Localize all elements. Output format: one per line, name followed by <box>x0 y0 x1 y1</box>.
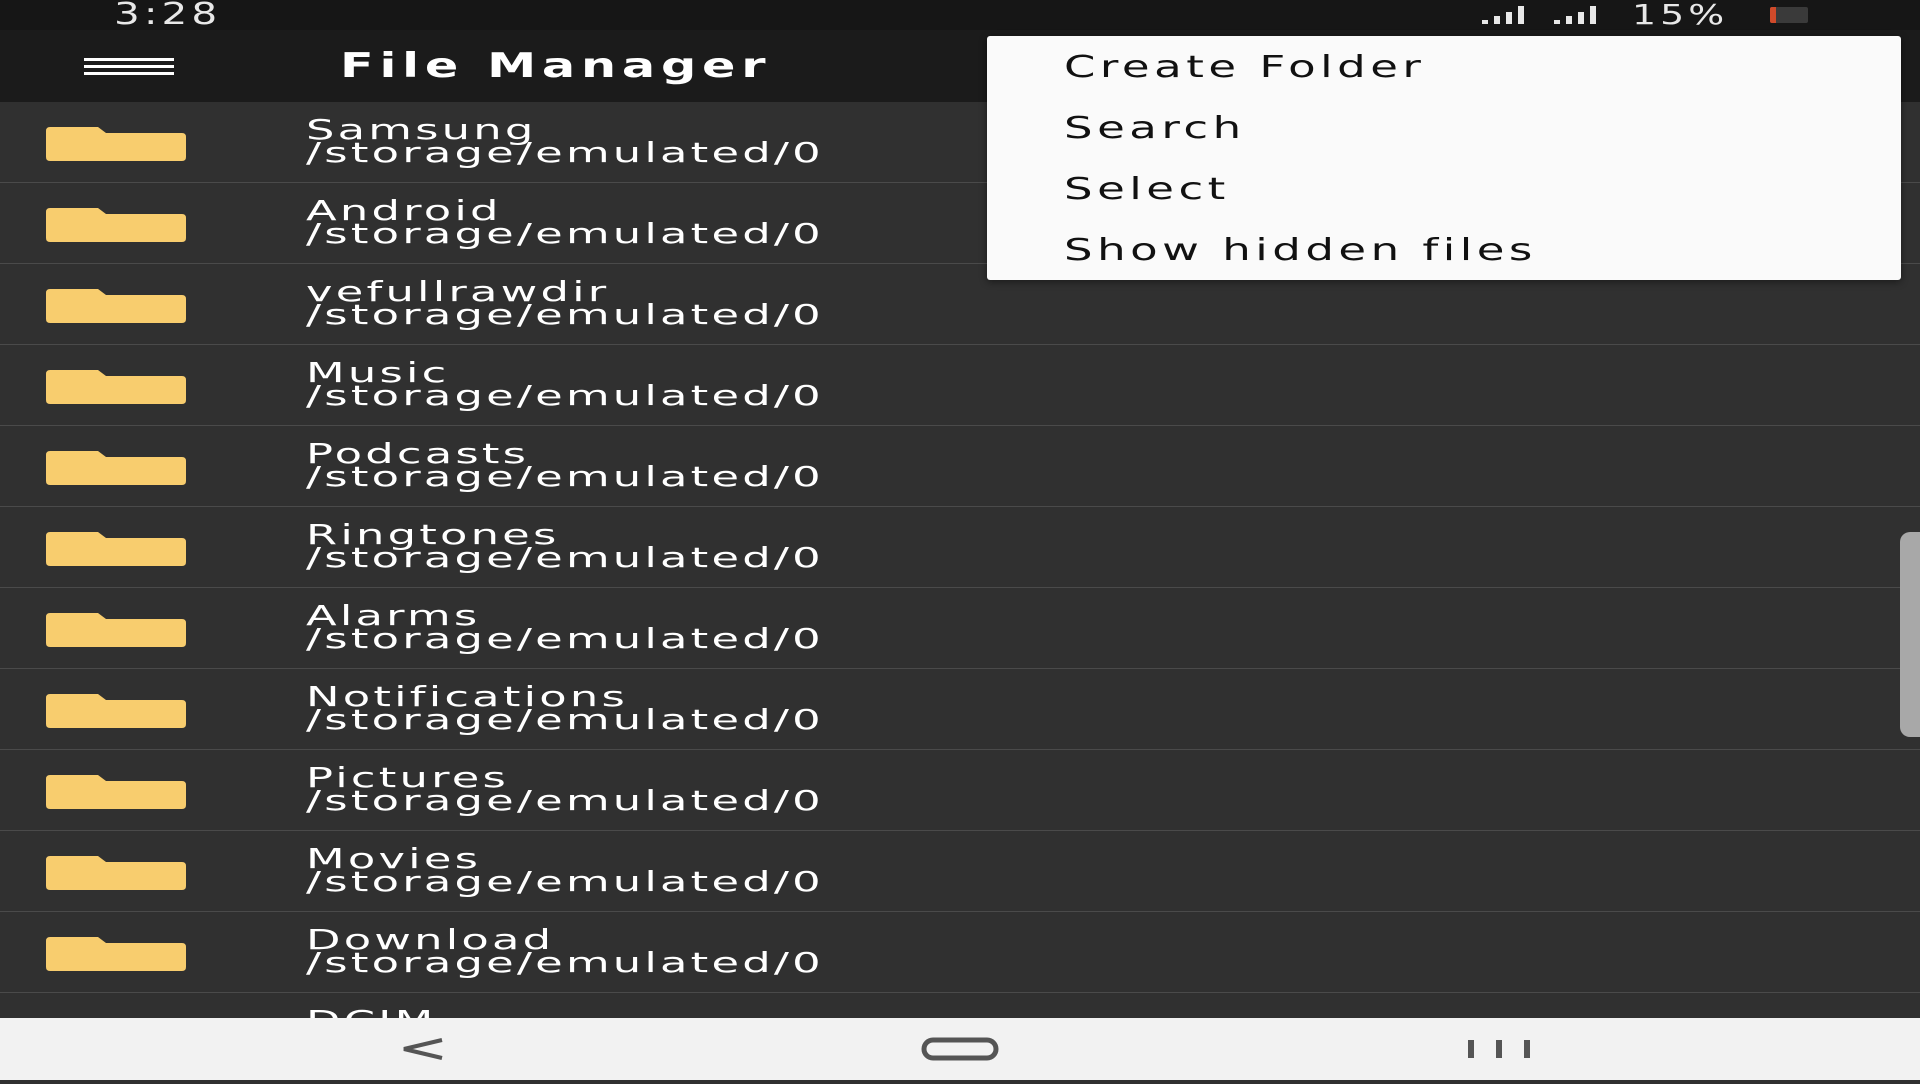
folder-icon <box>46 935 186 971</box>
folder-path: /storage/emulated/0 <box>306 541 824 574</box>
menu-item-search[interactable]: Search <box>1064 98 1246 160</box>
folder-path: /storage/emulated/0 <box>306 136 824 169</box>
status-bar: 3:28 15% <box>0 0 1920 30</box>
home-pill-icon[interactable] <box>910 1018 1010 1080</box>
folder-row[interactable]: Pictures/storage/emulated/0 <box>0 750 1920 831</box>
back-chevron-icon[interactable] <box>380 1018 480 1080</box>
folder-path: /storage/emulated/0 <box>306 865 824 898</box>
folder-path: /storage/emulated/0 <box>306 379 824 412</box>
folder-icon <box>46 611 186 647</box>
battery-level-fill <box>1770 7 1776 23</box>
navigation-bar <box>0 1018 1920 1080</box>
folder-row[interactable]: Podcasts/storage/emulated/0 <box>0 426 1920 507</box>
scrollbar-thumb[interactable] <box>1900 532 1920 737</box>
folder-path: /storage/emulated/0 <box>306 298 824 331</box>
folder-row[interactable]: Alarms/storage/emulated/0 <box>0 588 1920 669</box>
folder-icon <box>46 692 186 728</box>
menu-item-select[interactable]: Select <box>1064 159 1230 221</box>
menu-item-create-folder[interactable]: Create Folder <box>1064 37 1425 99</box>
menu-item-show-hidden-files[interactable]: Show hidden files <box>1064 220 1537 282</box>
recents-bars-icon[interactable] <box>1450 1018 1550 1080</box>
folder-icon <box>46 530 186 566</box>
folder-row[interactable]: Notifications/storage/emulated/0 <box>0 669 1920 750</box>
folder-path: /storage/emulated/0 <box>306 703 824 736</box>
folder-path: /storage/emulated/0 <box>306 217 824 250</box>
folder-row[interactable]: Music/storage/emulated/0 <box>0 345 1920 426</box>
folder-icon <box>46 773 186 809</box>
folder-icon <box>46 368 186 404</box>
folder-path: /storage/emulated/0 <box>306 946 824 979</box>
folder-icon <box>46 125 186 161</box>
folder-name: DCIM <box>306 1007 436 1019</box>
overflow-menu: Create Folder Search Select Show hidden … <box>987 36 1901 280</box>
signal-bars-icon <box>1554 6 1606 24</box>
battery-icon <box>1770 7 1808 23</box>
signal-bars-icon <box>1482 6 1534 24</box>
folder-icon <box>46 206 186 242</box>
folder-path: /storage/emulated/0 <box>306 460 824 493</box>
status-time: 3:28 <box>114 0 222 32</box>
folder-row[interactable]: Download/storage/emulated/0 <box>0 912 1920 993</box>
folder-icon <box>46 287 186 323</box>
folder-path: /storage/emulated/0 <box>306 784 824 817</box>
folder-row[interactable]: DCIM <box>0 993 1920 1018</box>
folder-icon <box>46 449 186 485</box>
folder-icon <box>46 854 186 890</box>
folder-row[interactable]: Movies/storage/emulated/0 <box>0 831 1920 912</box>
app-title: File Manager <box>340 46 772 86</box>
battery-percent: 15% <box>1632 0 1729 31</box>
hamburger-menu-icon[interactable] <box>84 54 174 78</box>
folder-path: /storage/emulated/0 <box>306 622 824 655</box>
folder-row[interactable]: Ringtones/storage/emulated/0 <box>0 507 1920 588</box>
